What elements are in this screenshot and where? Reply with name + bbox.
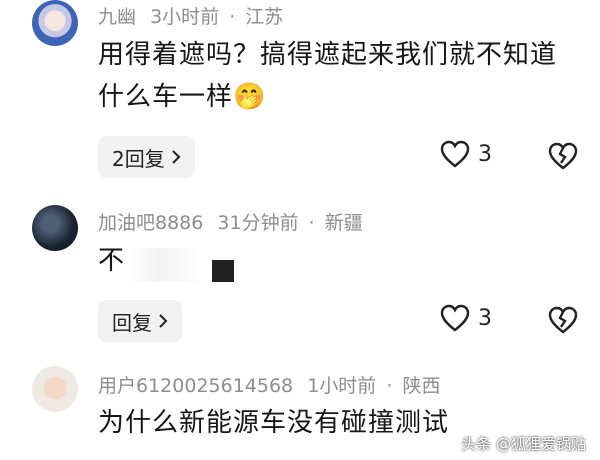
comment-meta: 九幽 3小时前 · 江苏 <box>98 2 283 29</box>
avatar[interactable] <box>32 366 78 412</box>
location: 陕西 <box>402 375 441 397</box>
replies-button[interactable]: 2回复 <box>98 136 195 178</box>
comment-meta: 加油吧8886 31分钟前 · 新疆 <box>98 208 363 235</box>
location: 新疆 <box>324 212 363 234</box>
like-button[interactable]: 3 <box>440 304 492 332</box>
location: 江苏 <box>245 6 284 28</box>
comment-text-content: 用得着遮吗？搞得遮起来我们就不知道什么车一样 <box>98 40 558 112</box>
comment-text: 用得着遮吗？搞得遮起来我们就不知道什么车一样🤭 <box>98 34 578 118</box>
censored-text <box>128 248 204 282</box>
timestamp: 3小时前 <box>150 6 220 28</box>
avatar[interactable] <box>32 205 78 251</box>
reply-label: 2回复 <box>112 146 165 171</box>
dislike-button[interactable] <box>548 142 578 174</box>
broken-heart-icon <box>548 306 578 334</box>
comment-text-content: 不 <box>98 246 126 276</box>
emoji-icon: 🤭 <box>233 82 267 112</box>
dislike-button[interactable] <box>548 306 578 338</box>
reply-label: 回复 <box>112 310 152 335</box>
heart-outline-icon <box>440 140 470 168</box>
timestamp: 31分钟前 <box>217 212 299 234</box>
separator: · <box>386 375 393 397</box>
comment-meta: 用户6120025614568 1小时前 · 陕西 <box>98 371 440 398</box>
separator: · <box>308 212 315 234</box>
watermark: 头条 @狐狸爱锅贴 <box>461 435 586 453</box>
username[interactable]: 加油吧8886 <box>98 212 203 234</box>
username[interactable]: 用户6120025614568 <box>98 375 293 397</box>
broken-heart-icon <box>548 142 578 170</box>
like-count: 3 <box>478 141 492 167</box>
chevron-right-icon <box>159 314 168 328</box>
censored-block <box>212 260 234 282</box>
separator: · <box>229 6 236 28</box>
comment-text-content: 为什么新能源车没有碰撞测试 <box>98 408 450 438</box>
like-count: 3 <box>478 305 492 331</box>
username[interactable]: 九幽 <box>98 6 136 28</box>
timestamp: 1小时前 <box>307 375 377 397</box>
chevron-right-icon <box>172 150 181 164</box>
avatar[interactable] <box>32 0 78 46</box>
like-button[interactable]: 3 <box>440 140 492 168</box>
heart-outline-icon <box>440 304 470 332</box>
replies-button[interactable]: 回复 <box>98 300 182 342</box>
